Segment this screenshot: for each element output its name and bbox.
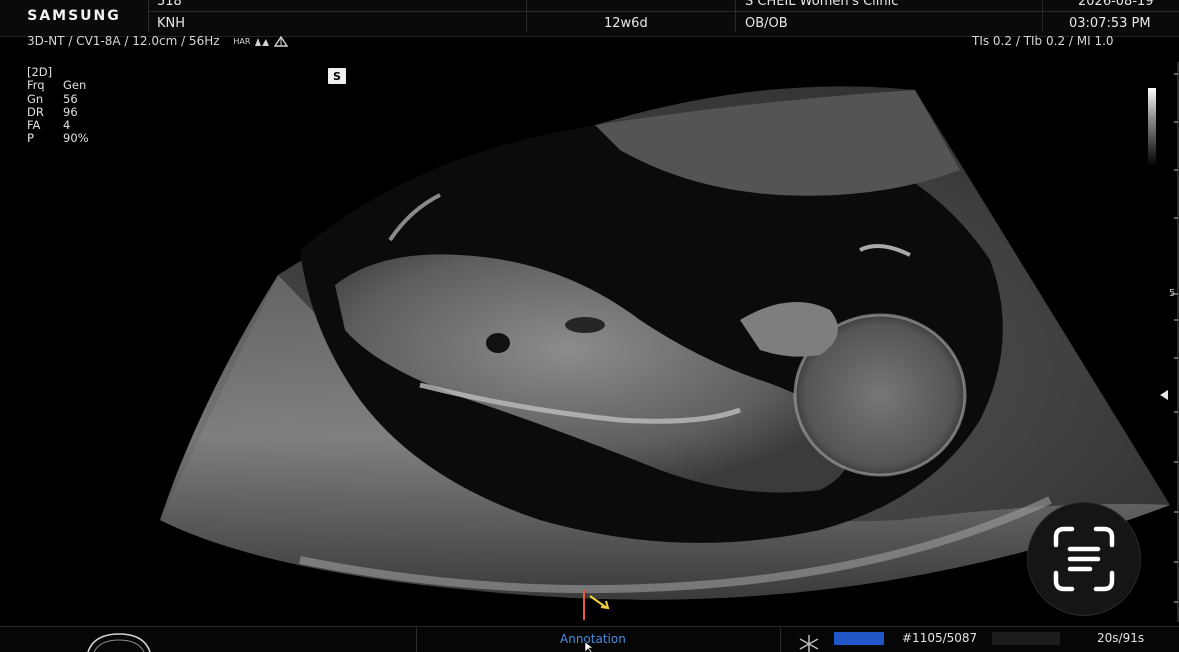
divider — [416, 626, 417, 652]
param-row: Frq Gen — [27, 78, 89, 93]
patient-name: KNH — [157, 16, 186, 31]
exam-date: 2026-08-19 — [1078, 0, 1154, 9]
depth-label: 5 — [1169, 288, 1176, 299]
cursor-icon — [584, 641, 594, 652]
param-key: Frq — [27, 78, 45, 93]
param-value: 90% — [63, 131, 89, 146]
divider — [735, 0, 736, 32]
mode-label: [2D] — [27, 65, 53, 79]
brand-logo: SAMSUNG — [27, 8, 121, 24]
text-recognition-icon — [1053, 526, 1115, 592]
grayscale-bar — [1148, 88, 1156, 166]
probe-orientation-icon — [273, 35, 289, 47]
probe-settings-text: 3D-NT / CV1-8A / 12.0cm / 56Hz — [27, 34, 220, 48]
mode-parameters: [2D] Frq Gen Gn 56 DR 96 FA 4 P 90% — [27, 65, 89, 146]
gestational-age: 12w6d — [604, 16, 648, 31]
divider — [526, 0, 527, 32]
orientation-marker: S — [328, 68, 346, 84]
param-value: 56 — [63, 91, 78, 106]
depth-scale — [1171, 62, 1179, 622]
har-label: HAR — [233, 37, 251, 46]
param-key: P — [27, 131, 34, 146]
clinic-name: S CHEIL Women's Clinic — [745, 0, 899, 9]
patient-id: 518 — [157, 0, 182, 9]
param-row: FA 4 — [27, 118, 89, 133]
divider — [1042, 0, 1043, 32]
probe-settings: 3D-NT / CV1-8A / 12.0cm / 56Hz HAR — [27, 34, 289, 48]
header-bar: SAMSUNG 518 KNH 12w6d S CHEIL Women's Cl… — [0, 0, 1179, 37]
param-value: Gen — [63, 78, 87, 93]
divider — [148, 11, 1179, 12]
cine-progress-fill — [834, 632, 884, 645]
harmonic-icon — [255, 38, 270, 46]
ultrasound-image — [160, 86, 1170, 620]
cine-time: 20s/91s — [1097, 631, 1145, 645]
param-row: Gn 56 — [27, 91, 89, 106]
exam-type: OB/OB — [745, 16, 788, 31]
param-key: FA — [27, 118, 41, 133]
probe-outline-icon — [87, 633, 151, 652]
cine-progress-track[interactable] — [992, 632, 1060, 645]
divider — [780, 626, 781, 652]
text-recognition-button[interactable] — [1028, 503, 1140, 615]
param-row: P 90% — [27, 131, 89, 146]
param-row: DR 96 — [27, 104, 89, 119]
thermal-index: TIs 0.2 / TIb 0.2 / MI 1.0 — [972, 34, 1114, 48]
snowflake-icon[interactable] — [797, 634, 821, 652]
divider — [148, 0, 149, 32]
param-key: DR — [27, 104, 44, 119]
exam-time: 03:07:53 PM — [1069, 16, 1151, 31]
frame-counter: #1105/5087 — [902, 631, 978, 645]
focus-pointer-icon — [1160, 390, 1168, 400]
param-value: 4 — [63, 118, 71, 133]
param-key: Gn — [27, 91, 44, 106]
param-value: 96 — [63, 104, 78, 119]
